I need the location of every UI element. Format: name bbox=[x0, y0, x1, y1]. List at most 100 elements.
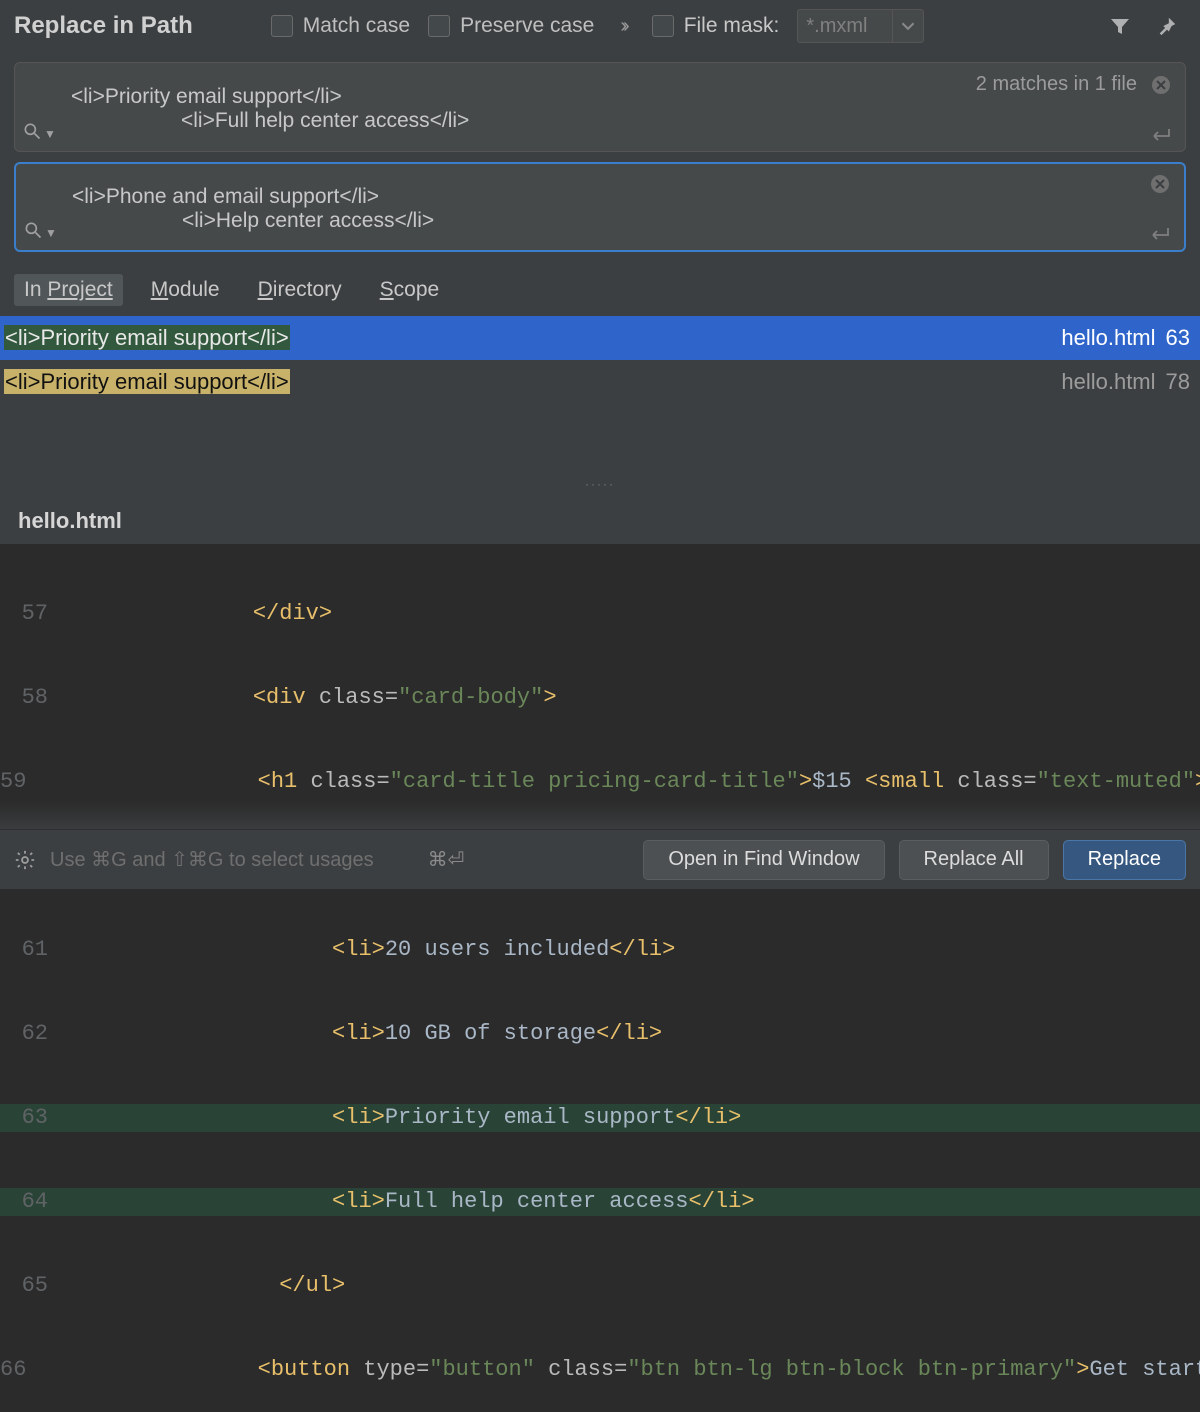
code-token: class= bbox=[310, 769, 389, 794]
gutter-line: 65 bbox=[0, 1272, 62, 1300]
chevron-down-icon[interactable]: ▼ bbox=[45, 226, 57, 240]
replace-text-line1: <li>Phone and email support</li> bbox=[72, 185, 936, 209]
result-text: <li>Priority email support</li> bbox=[4, 369, 290, 394]
gutter-line: 57 bbox=[0, 600, 62, 628]
code-token: Get start bbox=[1089, 1357, 1200, 1382]
code-token: <button bbox=[258, 1357, 350, 1382]
result-line: 78 bbox=[1166, 369, 1190, 395]
button-label: Open in Find Window bbox=[668, 848, 859, 871]
code-token: Full help center access bbox=[385, 1189, 689, 1214]
drag-handle[interactable]: ····· bbox=[0, 474, 1200, 494]
shortcut-label: ⌘⏎ bbox=[428, 847, 465, 872]
code-token: > bbox=[1076, 1357, 1089, 1382]
newline-icon[interactable] bbox=[1148, 226, 1170, 242]
replace-text-line2: <li>Help center access</li> bbox=[72, 209, 936, 233]
code-token: <li> bbox=[332, 1189, 385, 1214]
code-token: > bbox=[543, 685, 556, 710]
code-token: "card-title pricing-card-title" bbox=[390, 769, 799, 794]
match-case-checkbox[interactable]: Match case bbox=[271, 14, 410, 38]
code-token: </li> bbox=[596, 1021, 662, 1046]
newline-icon[interactable] bbox=[1149, 127, 1171, 143]
open-find-window-button[interactable]: Open in Find Window bbox=[643, 840, 884, 880]
code-token: "card-body" bbox=[398, 685, 543, 710]
result-row[interactable]: <li>Priority email support</li> hello.ht… bbox=[0, 316, 1200, 360]
code-token: <li> bbox=[332, 1021, 385, 1046]
tab-in-project[interactable]: In Project bbox=[14, 274, 123, 306]
results-list: <li>Priority email support</li> hello.ht… bbox=[0, 316, 1200, 404]
dialog-footer: Use ⌘G and ⇧⌘G to select usages ⌘⏎ Open … bbox=[0, 829, 1200, 889]
dialog-title: Replace in Path bbox=[14, 12, 193, 40]
tab-directory-rest: irectory bbox=[273, 278, 342, 301]
chevron-down-icon[interactable]: ▼ bbox=[44, 127, 56, 141]
code-token: type= bbox=[363, 1357, 429, 1382]
gutter-line: 63 bbox=[0, 1104, 62, 1132]
checkbox-box bbox=[428, 15, 450, 37]
tab-module[interactable]: Module bbox=[141, 274, 230, 306]
code-token: <h1 bbox=[258, 769, 298, 794]
tab-scope-rest: cope bbox=[394, 278, 440, 301]
code-token: class= bbox=[319, 685, 398, 710]
code-token: Priority email support bbox=[385, 1105, 675, 1130]
file-mask-checkbox[interactable]: File mask: bbox=[652, 14, 780, 38]
result-file: hello.html bbox=[1061, 325, 1155, 351]
tab-scope[interactable]: Scope bbox=[370, 274, 450, 306]
code-token: $15 bbox=[812, 769, 865, 794]
code-token: </ul> bbox=[279, 1273, 345, 1298]
search-icon[interactable] bbox=[23, 220, 43, 240]
code-token: <small bbox=[865, 769, 944, 794]
code-token: "text-muted" bbox=[1037, 769, 1195, 794]
clear-icon[interactable] bbox=[1151, 75, 1171, 95]
match-count: 2 matches in 1 file bbox=[976, 73, 1137, 96]
button-label: Replace All bbox=[924, 848, 1024, 871]
file-mask-label: File mask: bbox=[684, 14, 780, 38]
result-text: <li>Priority email support</li> bbox=[4, 325, 290, 350]
file-mask-input[interactable] bbox=[798, 13, 892, 40]
tab-module-rest: odule bbox=[168, 278, 219, 301]
preview-filename: hello.html bbox=[0, 494, 1200, 544]
code-token: </li> bbox=[689, 1189, 755, 1214]
code-token: <li> bbox=[332, 1105, 385, 1130]
code-token: "btn btn-lg btn-block btn-primary" bbox=[627, 1357, 1076, 1382]
replace-field[interactable]: ▼ <li>Phone and email support</li> <li>H… bbox=[14, 162, 1186, 252]
chevron-down-icon[interactable] bbox=[893, 19, 923, 33]
filter-icon[interactable] bbox=[1108, 14, 1138, 38]
usage-hint: Use ⌘G and ⇧⌘G to select usages bbox=[50, 847, 374, 872]
preserve-case-label: Preserve case bbox=[460, 14, 594, 38]
more-options-icon[interactable]: ›› bbox=[612, 15, 633, 38]
tab-directory[interactable]: Directory bbox=[248, 274, 352, 306]
code-token: </li> bbox=[675, 1105, 741, 1130]
search-text-line2: <li>Full help center access</li> bbox=[71, 109, 937, 133]
search-icon[interactable] bbox=[22, 121, 42, 141]
code-token: </div> bbox=[253, 601, 332, 626]
result-row[interactable]: <li>Priority email support</li> hello.ht… bbox=[0, 360, 1200, 404]
code-token: class= bbox=[957, 769, 1036, 794]
result-file: hello.html bbox=[1061, 369, 1155, 395]
scope-tabs: In Project Module Directory Scope bbox=[0, 252, 1200, 316]
code-token: <div bbox=[253, 685, 306, 710]
gutter-line: 59 bbox=[0, 768, 40, 796]
search-text-line1: <li>Priority email support</li> bbox=[71, 85, 937, 109]
code-token: 20 users included bbox=[385, 937, 609, 962]
code-token: 10 GB of storage bbox=[385, 1021, 596, 1046]
clear-icon[interactable] bbox=[1150, 174, 1170, 194]
code-token: class= bbox=[548, 1357, 627, 1382]
code-token: > bbox=[1195, 769, 1200, 794]
gutter-line: 61 bbox=[0, 936, 62, 964]
replace-all-button[interactable]: Replace All bbox=[899, 840, 1049, 880]
pin-icon[interactable] bbox=[1156, 15, 1186, 37]
gutter-line: 66 bbox=[0, 1356, 40, 1384]
preserve-case-checkbox[interactable]: Preserve case bbox=[428, 14, 594, 38]
search-field[interactable]: ▼ <li>Priority email support</li> <li>Fu… bbox=[14, 62, 1186, 152]
dialog-header: Replace in Path Match case Preserve case… bbox=[0, 0, 1200, 52]
result-line: 63 bbox=[1166, 325, 1190, 351]
code-preview[interactable]: 57 </div> 58 <div class="card-body"> 59 … bbox=[0, 544, 1200, 1412]
code-token: <li> bbox=[332, 937, 385, 962]
file-mask-combo[interactable] bbox=[797, 9, 924, 43]
gear-icon[interactable] bbox=[14, 849, 36, 871]
match-case-label: Match case bbox=[303, 14, 410, 38]
code-token: </li> bbox=[609, 937, 675, 962]
gutter-line: 64 bbox=[0, 1188, 62, 1216]
replace-button[interactable]: Replace bbox=[1063, 840, 1186, 880]
gutter-line: 62 bbox=[0, 1020, 62, 1048]
checkbox-box bbox=[271, 15, 293, 37]
